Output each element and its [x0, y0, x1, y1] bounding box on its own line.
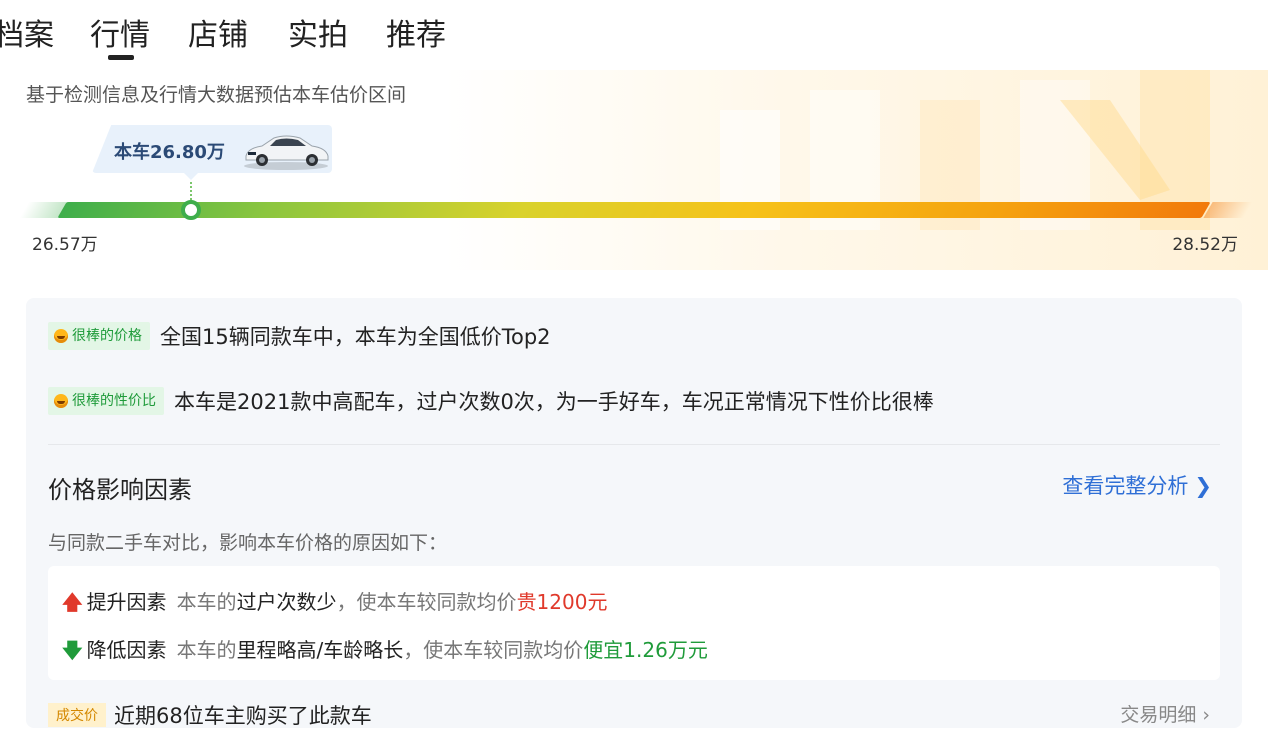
factors-subtitle: 与同款二手车对比，影响本车价格的原因如下： — [48, 532, 448, 554]
smile-emoji-icon — [54, 394, 68, 408]
chevron-right-icon: ❯ — [1194, 474, 1212, 498]
range-max-label: 28.52万 — [1172, 235, 1238, 255]
marker-dotted-line — [190, 182, 194, 200]
range-min-label: 26.57万 — [32, 235, 98, 255]
price-range-bar — [57, 202, 1211, 218]
deal-price-row: 成交价 近期68位车主购买了此款车 — [48, 700, 372, 730]
highlight-row: 很棒的性价比 本车是2021款中高配车，过户次数0次，为一手好车，车况正常情况下性… — [48, 386, 934, 416]
price-increase-value: 贵1200元 — [516, 590, 608, 614]
section-divider — [48, 444, 1220, 445]
highlight-text: 本车是2021款中高配车，过户次数0次，为一手好车，车况正常情况下性价比很棒 — [174, 390, 934, 414]
price-decrease-value: 便宜1.26万元 — [583, 638, 708, 662]
tab-market[interactable]: 行情 — [90, 14, 150, 58]
highlight-tag: 很棒的性价比 — [48, 387, 164, 415]
tab-shop[interactable]: 店铺 — [188, 14, 248, 58]
deal-price-text: 近期68位车主购买了此款车 — [114, 704, 372, 728]
active-tab-indicator — [108, 55, 134, 60]
highlight-text: 全国15辆同款车中，本车为全国低价Top2 — [160, 325, 551, 349]
factor-up-row: 🡅 提升因素 本车的过户次数少，使本车较同款均价贵1200元 — [62, 590, 608, 614]
smile-emoji-icon — [54, 329, 68, 343]
arrow-up-icon: 🡅 — [62, 590, 83, 614]
factors-title: 价格影响因素 — [48, 476, 192, 504]
arrow-down-icon: 🡇 — [62, 638, 83, 662]
view-full-analysis-link[interactable]: 查看完整分析 ❯ — [1062, 470, 1212, 500]
car-price-marker — [181, 200, 201, 220]
tab-archive[interactable]: 档案 — [0, 14, 54, 58]
tab-photos[interactable]: 实拍 — [288, 14, 348, 58]
deal-details-link[interactable]: 交易明细 › — [1120, 700, 1210, 727]
highlight-tag: 很棒的价格 — [48, 322, 150, 350]
estimate-title: 基于检测信息及行情大数据预估本车估价区间 — [26, 84, 407, 106]
car-image — [244, 135, 329, 170]
deal-price-tag: 成交价 — [48, 703, 106, 727]
bubble-tail — [183, 172, 199, 180]
tab-recommend[interactable]: 推荐 — [386, 14, 446, 58]
factor-down-row: 🡇 降低因素 本车的里程略高/车龄略长，使本车较同款均价便宜1.26万元 — [62, 638, 708, 662]
car-price-label: 本车26.80万 — [114, 142, 225, 163]
highlight-row: 很棒的价格 全国15辆同款车中，本车为全国低价Top2 — [48, 321, 551, 351]
